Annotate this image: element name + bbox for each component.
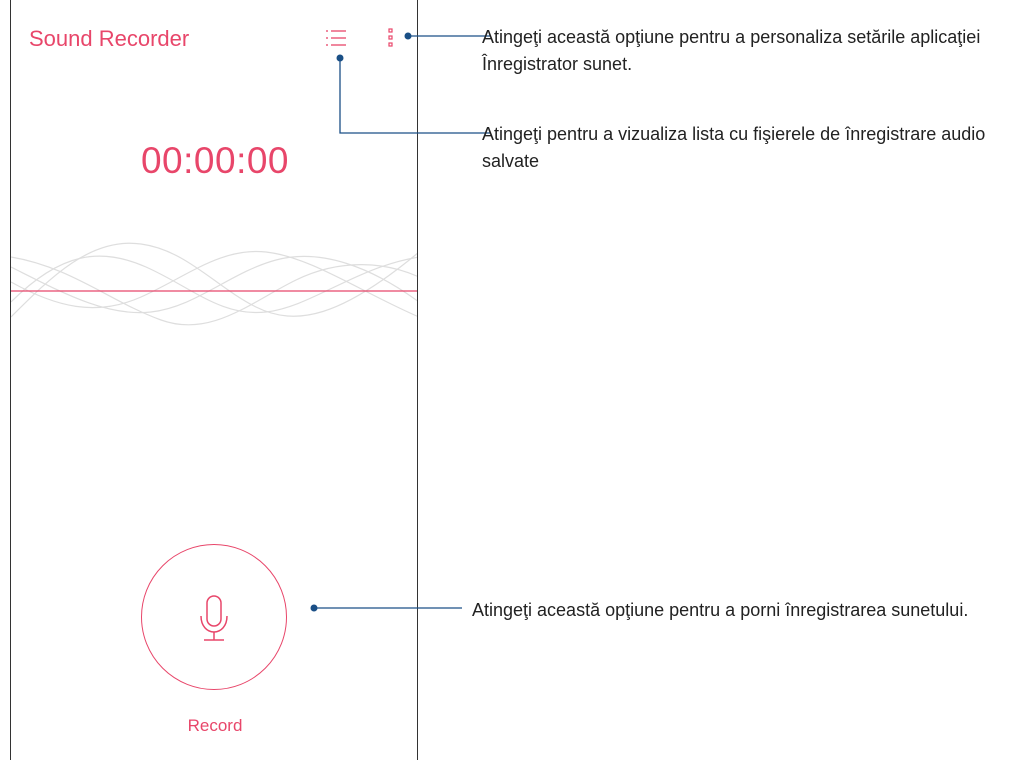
record-button[interactable]: [141, 544, 287, 690]
record-label: Record: [187, 716, 243, 735]
more-vertical-icon[interactable]: [387, 27, 397, 49]
app-title: Sound Recorder: [29, 26, 190, 51]
phone-screen: Sound Recorder 00:00:00 Record: [10, 0, 418, 760]
list-icon[interactable]: [325, 28, 347, 48]
callout-record-text: Atingeţi această opţiune pentru a porni …: [472, 600, 969, 620]
more-vertical-icon-graphic: [388, 28, 393, 47]
waveform-visualization: [11, 242, 417, 326]
list-icon-graphic: [326, 30, 346, 46]
microphone-icon: [200, 595, 228, 641]
callout-list-text: Atingeţi pentru a vizualiza lista cu fiş…: [482, 124, 986, 171]
recording-timer: 00:00:00: [140, 140, 290, 181]
callout-settings-text: Atingeţi această opţiune pentru a person…: [482, 27, 981, 74]
